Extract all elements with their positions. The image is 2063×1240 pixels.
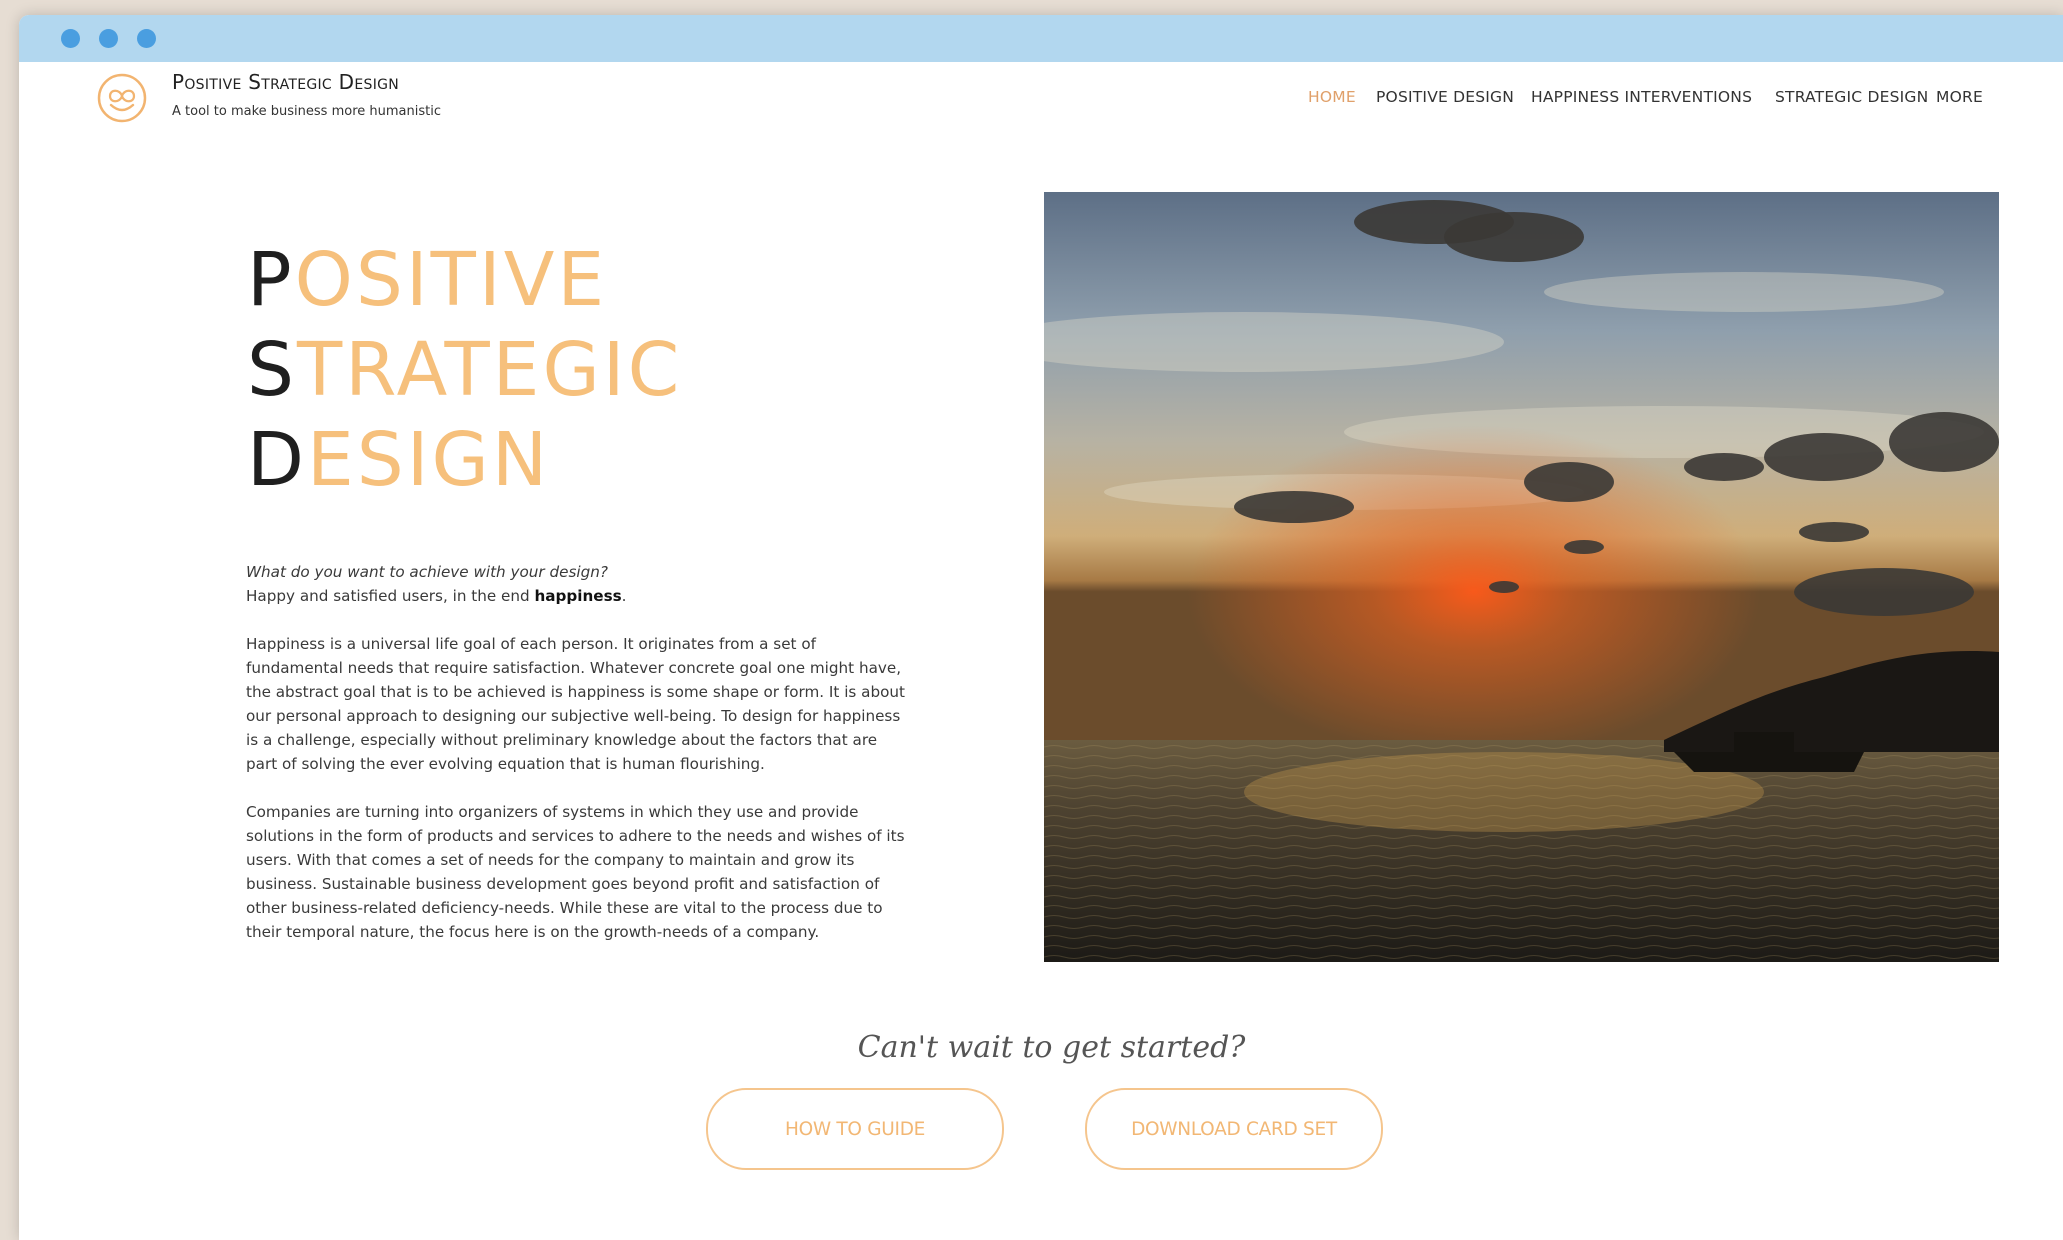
how-to-guide-button[interactable]: HOW TO GUIDE (706, 1088, 1004, 1170)
intro-answer-bold: happiness (534, 587, 622, 605)
cta-text: Can't wait to get started? (857, 1030, 1246, 1065)
window-minimize-dot[interactable] (99, 29, 118, 48)
intro-answer-suffix: . (621, 587, 627, 605)
nav-item-happiness-interventions[interactable]: HAPPINESS INTERVENTIONS (1531, 88, 1752, 106)
nav-item-home[interactable]: HOME (1308, 88, 1356, 106)
hero-rest: TRATEGIC (296, 327, 683, 413)
hero-initial: P (247, 237, 295, 323)
hero-rest: OSITIVE (294, 237, 608, 323)
site-title[interactable]: Positive Strategic Design (172, 70, 399, 94)
hero-initial: S (247, 327, 297, 413)
intro-paragraph-2: Companies are turning into organizers of… (246, 803, 905, 941)
smiley-loop-icon[interactable] (96, 72, 148, 124)
intro-text: What do you want to achieve with your de… (246, 560, 906, 968)
intro-answer-prefix: Happy and satisfied users, in the end (246, 587, 535, 605)
hero-line-design: DESIGN (247, 415, 682, 505)
nav-item-positive-design[interactable]: POSITIVE DESIGN (1376, 88, 1514, 106)
window-maximize-dot[interactable] (137, 29, 156, 48)
sunset-photo (1044, 192, 1999, 962)
hero-line-positive: POSITIVE (247, 235, 682, 325)
intro-question-block: What do you want to achieve with your de… (246, 560, 906, 608)
download-card-set-button[interactable]: DOWNLOAD CARD SET (1085, 1088, 1383, 1170)
intro-question: What do you want to achieve with your de… (246, 563, 608, 581)
browser-titlebar (19, 15, 2063, 62)
nav-item-strategic-design[interactable]: STRATEGIC DESIGN (1775, 88, 1928, 106)
intro-paragraph-1: Happiness is a universal life goal of ea… (246, 635, 905, 773)
hero-line-strategic: STRATEGIC (247, 325, 682, 415)
nav-item-more[interactable]: MORE (1936, 88, 1983, 106)
hero-title: POSITIVE STRATEGIC DESIGN (247, 235, 682, 505)
hero-photo (1044, 192, 1999, 962)
hero-initial: D (247, 417, 307, 503)
window-close-dot[interactable] (61, 29, 80, 48)
site-tagline: A tool to make business more humanistic (172, 104, 441, 119)
hero-rest: ESIGN (306, 417, 551, 503)
